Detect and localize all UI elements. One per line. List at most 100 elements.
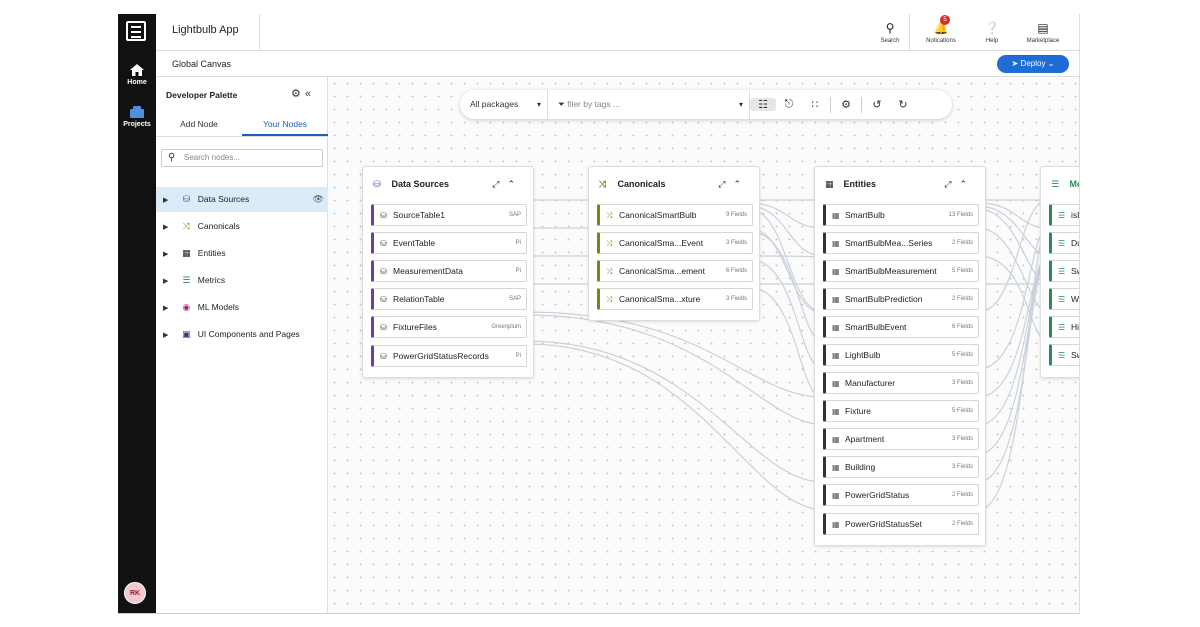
tab-your-nodes[interactable]: Your Nodes <box>242 113 328 136</box>
card-title: Data Sources <box>391 179 450 189</box>
table-icon: ▦ <box>832 407 840 416</box>
expand-arrow-icon[interactable]: ▶ <box>163 296 175 321</box>
node-fixture[interactable]: ▦ Fixture 5 Fields <box>823 400 979 422</box>
tree-layout-icon[interactable]: ⎋ <box>776 98 802 111</box>
node-canonical-smart-bulb[interactable]: ⤨ CanonicalSmartBulb 9 Fields <box>597 204 753 226</box>
undo-icon[interactable]: ↺ <box>864 98 890 111</box>
node-label: Fixture <box>845 406 871 416</box>
database-icon: ⛁ <box>380 267 387 276</box>
node-metric[interactable]: ☰ Sw <box>1049 344 1079 366</box>
node-canonical-event[interactable]: ⤨ CanonicalSma...Event 3 Fields <box>597 232 753 254</box>
node-metric[interactable]: ☰ Sw <box>1049 260 1079 282</box>
canonicals-card[interactable]: ⤨ Canonicals ⤢⌃ ⤨ CanonicalSmartBulb 9 Fie… <box>588 166 760 321</box>
node-light-bulb[interactable]: ▦ LightBulb 5 Fields <box>823 344 979 366</box>
chevron-up-icon[interactable]: ⌃ <box>507 179 523 189</box>
node-meta: 3 Fields <box>951 380 973 386</box>
node-canonical-measurement[interactable]: ⤨ CanonicalSma...ement 6 Fields <box>597 260 753 282</box>
node-power-grid-status[interactable]: ▦ PowerGridStatus 2 Fields <box>823 484 979 506</box>
graph-canvas[interactable]: All packages ⏷ filer by tags ... ☷ ⎋ ∷ ⚙… <box>328 77 1079 613</box>
node-meta: 2 Fields <box>951 521 973 527</box>
node-metric[interactable]: ☰ isD <box>1049 204 1079 226</box>
node-label: SourceTable1 <box>393 210 445 220</box>
expand-arrow-icon[interactable]: ▶ <box>163 188 175 213</box>
node-label: PowerGridStatus <box>845 490 910 500</box>
tree-item-canonicals[interactable]: ▶ ⤨ Canonicals <box>156 214 328 239</box>
node-fixture-files[interactable]: ⛁ FixtureFiles Greenplum <box>371 316 527 338</box>
card-title: Me <box>1069 179 1079 189</box>
brain-icon: ◉ <box>182 302 191 312</box>
notifications-button[interactable]: 🔔 5 Notications <box>913 14 969 51</box>
node-building[interactable]: ▦ Building 3 Fields <box>823 456 979 478</box>
waveform-icon: ☰ <box>1058 295 1066 304</box>
search-nodes-input[interactable]: ⚲ Search nodes... <box>161 149 323 167</box>
list-layout-icon[interactable]: ☷ <box>750 98 776 111</box>
expand-arrow-icon[interactable]: ▶ <box>163 242 175 267</box>
node-canonical-fixture[interactable]: ⤨ CanonicalSma...xture 3 Fields <box>597 288 753 310</box>
node-smart-bulb-series[interactable]: ▦ SmartBulbMea...Series 2 Fields <box>823 232 979 254</box>
node-meta: 2 Fields <box>951 240 973 246</box>
help-button[interactable]: ❔ Help <box>969 14 1015 51</box>
node-manufacturer[interactable]: ▦ Manufacturer 3 Fields <box>823 372 979 394</box>
table-icon: ▦ <box>182 248 191 258</box>
node-smart-bulb-prediction[interactable]: ▦ SmartBulbPrediction 2 Fields <box>823 288 979 310</box>
gear-icon[interactable]: ⚙ <box>291 88 305 100</box>
node-label: RelationTable <box>393 294 445 304</box>
node-source-table1[interactable]: ⛁ SourceTable1 SAP <box>371 204 527 226</box>
eye-icon[interactable]: 👁 <box>313 187 324 212</box>
card-controls: ⤢⌃ <box>492 167 523 201</box>
node-smart-bulb-event[interactable]: ▦ SmartBulbEvent 6 Fields <box>823 316 979 338</box>
node-power-grid-status-records[interactable]: ⛁ PowerGridStatusRecords Pi <box>371 345 527 367</box>
marketplace-button[interactable]: ▤ Marketplace <box>1015 14 1071 51</box>
node-event-table[interactable]: ⛁ EventTable Pi <box>371 232 527 254</box>
search-placeholder: Search nodes... <box>184 153 241 162</box>
tree-item-entities[interactable]: ▶ ▦ Entities <box>156 241 328 266</box>
app-logo-icon[interactable] <box>126 21 146 41</box>
rail-item-projects[interactable]: Projects <box>118 106 156 128</box>
expand-arrow-icon[interactable]: ▶ <box>163 323 175 348</box>
store-icon: ▤ <box>1037 21 1049 35</box>
node-measurement-data[interactable]: ⛁ MeasurementData Pi <box>371 260 527 282</box>
redo-icon[interactable]: ↻ <box>890 98 916 111</box>
entities-card[interactable]: ▦ Entities ⤢⌃ ▦ SmartBulb 13 Fields ▦ Smart… <box>814 166 986 546</box>
chevron-up-icon[interactable]: ⌃ <box>733 179 749 189</box>
node-smart-bulb-measurement[interactable]: ▦ SmartBulbMeasurement 5 Fields <box>823 260 979 282</box>
rail-label-home: Home <box>127 79 147 86</box>
projects-icon <box>130 106 144 118</box>
avatar[interactable]: RK <box>124 582 146 604</box>
tree-item-label: Canonicals <box>197 221 240 231</box>
node-metric[interactable]: ☰ Hi <box>1049 316 1079 338</box>
tab-add-node[interactable]: Add Node <box>156 113 242 136</box>
deploy-button[interactable]: ➤ Deploy ⌄ <box>997 55 1069 73</box>
tree-item-ui-components[interactable]: ▶ ▣ UI Components and Pages <box>156 322 328 347</box>
gear-icon[interactable]: ⚙ <box>833 98 859 111</box>
link <box>525 343 824 511</box>
expand-arrow-icon[interactable]: ▶ <box>163 269 175 294</box>
rocket-icon: ➤ <box>1011 59 1019 68</box>
node-relation-table[interactable]: ⛁ RelationTable SAP <box>371 288 527 310</box>
chevron-up-icon[interactable]: ⌃ <box>959 179 975 189</box>
expand-icon[interactable]: ⤢ <box>944 179 959 189</box>
node-smart-bulb[interactable]: ▦ SmartBulb 13 Fields <box>823 204 979 226</box>
graph-layout-icon[interactable]: ∷ <box>802 98 828 111</box>
rail-item-home[interactable]: Home <box>118 64 156 86</box>
node-metric[interactable]: ☰ Du <box>1049 232 1079 254</box>
tree-item-metrics[interactable]: ▶ ☰ Metrics <box>156 268 328 293</box>
node-apartment[interactable]: ▦ Apartment 3 Fields <box>823 428 979 450</box>
expand-icon[interactable]: ⤢ <box>492 179 507 189</box>
metrics-card[interactable]: ☰ Me ☰ isD ☰ Du ☰ Sw ☰ Wi ☰ Hi ☰ Sw <box>1040 166 1079 378</box>
notifications-button-label: Notications <box>926 38 956 44</box>
node-label: CanonicalSma...xture <box>619 294 701 304</box>
top-actions: ⚲ Search 🔔 5 Notications ❔ Help ▤ Market… <box>867 14 1071 51</box>
data-sources-card[interactable]: ⛁ Data Sources ⤢⌃ ⛁ SourceTable1 SAP ⛁ Even… <box>362 166 534 378</box>
tag-filter-input[interactable]: ⏷ filer by tags ... <box>548 90 750 119</box>
node-metric[interactable]: ☰ Wi <box>1049 288 1079 310</box>
packages-dropdown[interactable]: All packages <box>460 90 548 119</box>
expand-icon[interactable]: ⤢ <box>718 179 733 189</box>
tree-item-data-sources[interactable]: ▶ ⛁ Data Sources 👁 <box>156 187 328 212</box>
node-meta: 3 Fields <box>725 240 747 246</box>
expand-arrow-icon[interactable]: ▶ <box>163 215 175 240</box>
tree-item-ml-models[interactable]: ▶ ◉ ML Models <box>156 295 328 320</box>
collapse-icon[interactable]: « <box>305 88 315 100</box>
node-power-grid-status-set[interactable]: ▦ PowerGridStatusSet 2 Fields <box>823 513 979 535</box>
search-button[interactable]: ⚲ Search <box>867 14 913 51</box>
